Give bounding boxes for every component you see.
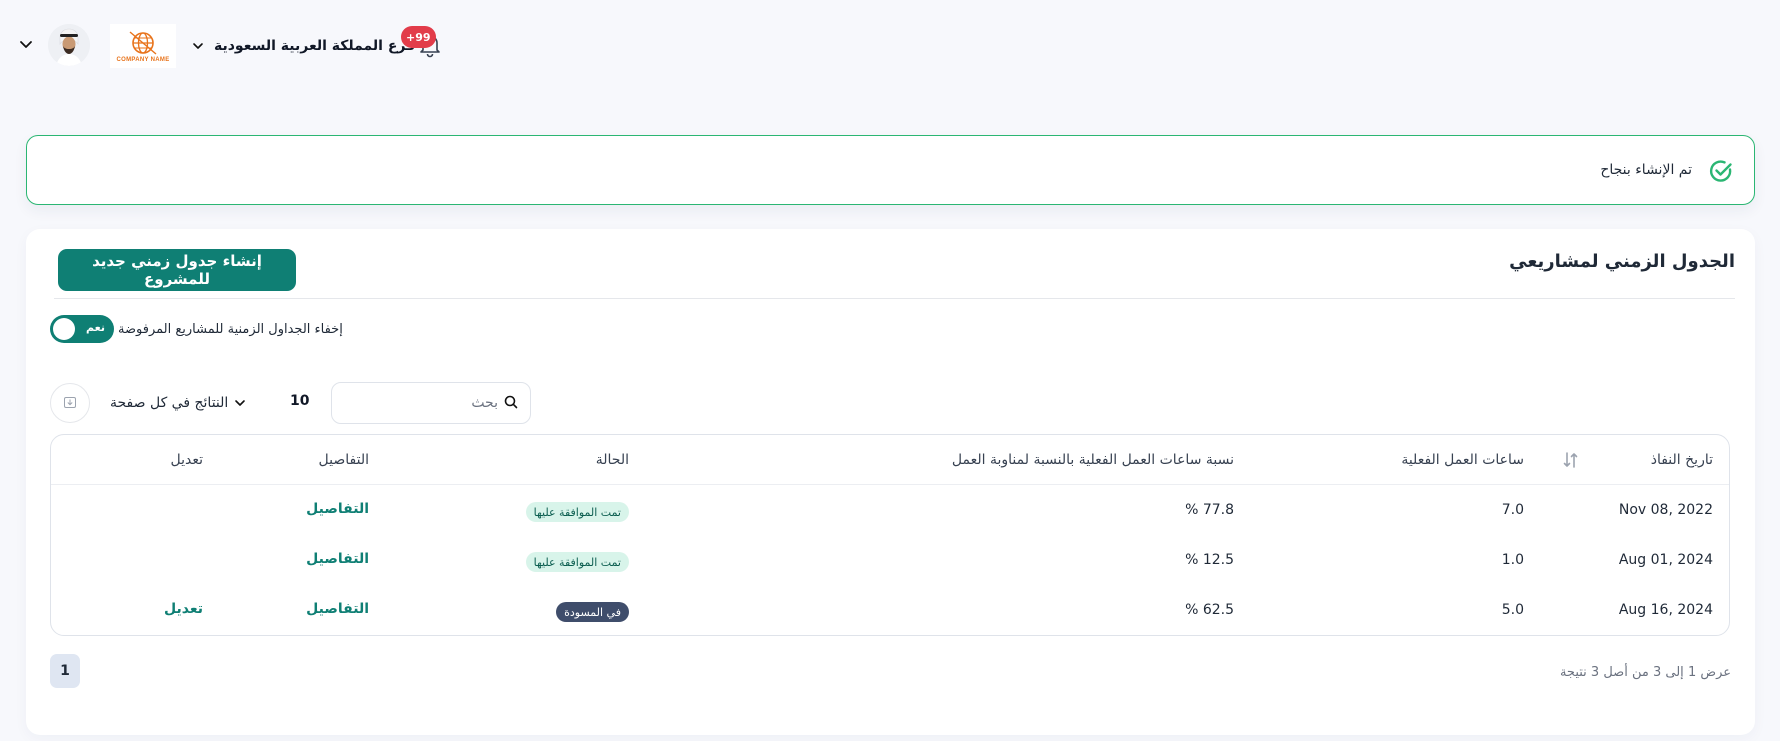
edit-link[interactable]: تعديل bbox=[164, 601, 203, 617]
chevron-down-icon bbox=[234, 394, 246, 413]
branch-label: فرع المملكة العربية السعودية bbox=[214, 38, 416, 54]
success-alert: تم الإنشاء بنجاح bbox=[26, 135, 1755, 205]
cell-hours: 5.0 bbox=[1501, 602, 1524, 618]
details-link[interactable]: التفاصيل bbox=[306, 501, 369, 517]
th-details: التفاصيل bbox=[318, 452, 369, 468]
per-page-select[interactable]: النتائج في كل صفحة bbox=[110, 391, 246, 415]
export-button[interactable] bbox=[50, 383, 90, 423]
hide-rejected-toggle[interactable]: نعم bbox=[50, 315, 114, 343]
chevron-down-icon bbox=[192, 37, 204, 56]
user-menu-chevron-icon[interactable] bbox=[18, 36, 34, 52]
th-edit: تعديل bbox=[170, 452, 204, 468]
search-box[interactable] bbox=[331, 382, 531, 424]
toggle-knob bbox=[53, 318, 75, 340]
details-link[interactable]: التفاصيل bbox=[306, 601, 369, 617]
sort-icon[interactable] bbox=[1563, 451, 1579, 473]
user-avatar[interactable] bbox=[48, 24, 90, 66]
page-title: الجدول الزمني لمشاريعي bbox=[1509, 251, 1735, 272]
success-message: تم الإنشاء بنجاح bbox=[1600, 162, 1692, 178]
status-badge: تمت الموافقة عليها bbox=[525, 502, 629, 522]
status-badge: في المسودة bbox=[556, 602, 629, 622]
cell-hours: 1.0 bbox=[1501, 552, 1524, 568]
export-icon bbox=[63, 394, 77, 413]
results-summary: عرض 1 إلى 3 من أصل 3 نتيجة bbox=[1559, 665, 1731, 680]
table-header: تاريخ النفاذ ساعات العمل الفعلية نسبة سا… bbox=[51, 435, 1729, 485]
divider bbox=[54, 298, 1735, 299]
cell-date: Aug 01, 2024 bbox=[1618, 552, 1713, 568]
status-badge: تمت الموافقة عليها bbox=[525, 552, 629, 572]
branch-select[interactable]: فرع المملكة العربية السعودية bbox=[192, 34, 415, 58]
create-timesheet-button[interactable]: إنشاء جدول زمني جديد للمشروع bbox=[58, 249, 296, 291]
th-actual-hours: ساعات العمل الفعلية bbox=[1401, 452, 1524, 468]
page-button-1[interactable]: 1 bbox=[50, 654, 80, 688]
toggle-value: نعم bbox=[86, 321, 105, 334]
cell-ratio: % 77.8 bbox=[1185, 502, 1234, 518]
cell-date: Aug 16, 2024 bbox=[1618, 602, 1713, 618]
timesheets-card: الجدول الزمني لمشاريعي إنشاء جدول زمني ج… bbox=[26, 229, 1755, 735]
per-page-label: النتائج في كل صفحة bbox=[110, 395, 229, 411]
hide-rejected-label: إخفاء الجداول الزمنية للمشاريع المرفوضة bbox=[118, 321, 343, 337]
timesheets-table: تاريخ النفاذ ساعات العمل الفعلية نسبة سا… bbox=[50, 434, 1730, 636]
company-logo-text: COMPANY NAME bbox=[116, 56, 170, 63]
search-input[interactable] bbox=[348, 395, 498, 411]
check-circle-icon bbox=[1708, 158, 1734, 184]
top-header: COMPANY NAME فرع المملكة العربية السعودي… bbox=[0, 0, 1780, 90]
details-link[interactable]: التفاصيل bbox=[306, 551, 369, 567]
per-page-value[interactable]: 10 bbox=[290, 393, 309, 409]
th-status: الحالة bbox=[595, 452, 629, 468]
cell-ratio: % 12.5 bbox=[1185, 552, 1234, 568]
cell-hours: 7.0 bbox=[1501, 502, 1524, 518]
table-row: Nov 08, 2022 7.0 % 77.8 تمت الموافقة علي… bbox=[51, 486, 1729, 536]
search-icon bbox=[504, 394, 518, 413]
table-row: Aug 16, 2024 5.0 % 62.5 في المسودة التفا… bbox=[51, 586, 1729, 635]
cell-date: Nov 08, 2022 bbox=[1618, 502, 1713, 518]
hide-rejected-toggle-row: نعم إخفاء الجداول الزمنية للمشاريع المرف… bbox=[50, 314, 343, 344]
table-row: Aug 01, 2024 1.0 % 12.5 تمت الموافقة علي… bbox=[51, 536, 1729, 586]
th-effective-date[interactable]: تاريخ النفاذ bbox=[1651, 452, 1713, 468]
notifications-badge: +99 bbox=[401, 26, 436, 48]
cell-ratio: % 62.5 bbox=[1185, 602, 1234, 618]
th-ratio: نسبة ساعات العمل الفعلية بالنسبة لمناوبة… bbox=[951, 452, 1234, 468]
company-logo: COMPANY NAME bbox=[110, 24, 176, 68]
